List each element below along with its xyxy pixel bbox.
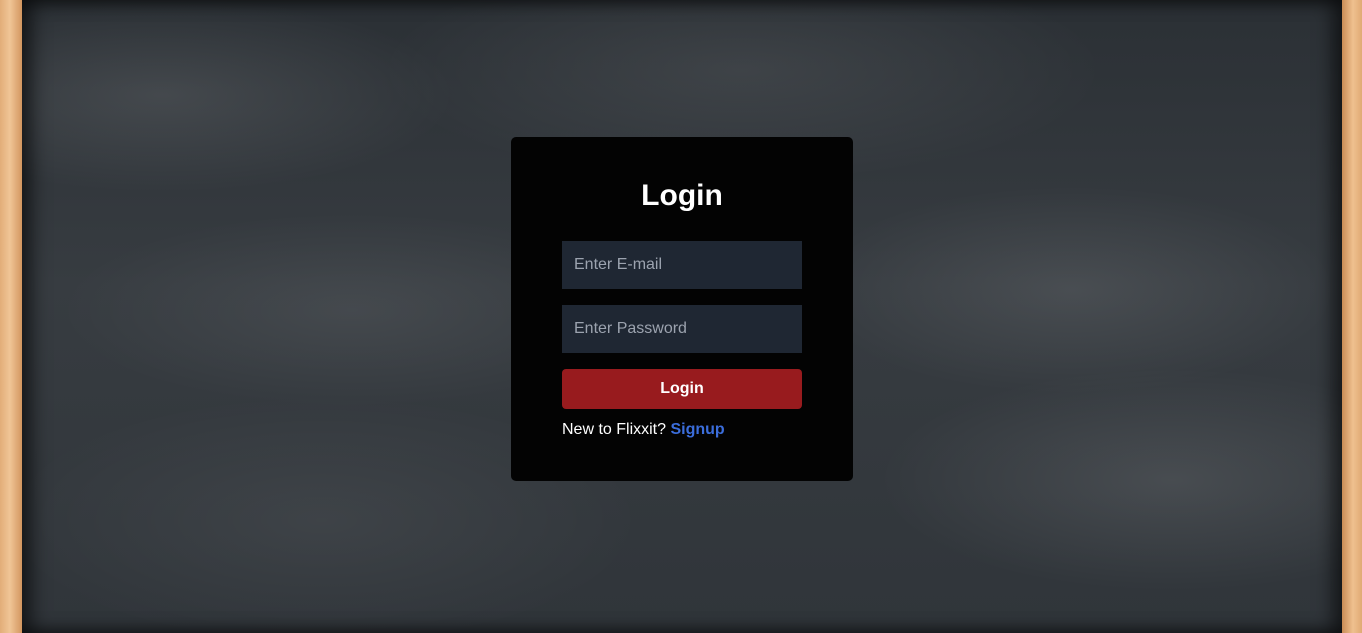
signup-prompt-text: New to Flixxit? [562, 421, 667, 438]
signup-link[interactable]: Signup [670, 421, 724, 438]
email-input[interactable] [562, 241, 802, 289]
chalkboard-frame-right [1342, 0, 1362, 633]
password-input[interactable] [562, 305, 802, 353]
login-card: Login Login New to Flixxit? Signup [511, 137, 853, 481]
login-button[interactable]: Login [562, 369, 802, 409]
signup-prompt-row: New to Flixxit? Signup [562, 419, 725, 441]
chalkboard-frame-left [0, 0, 22, 633]
login-title: Login [641, 179, 723, 212]
